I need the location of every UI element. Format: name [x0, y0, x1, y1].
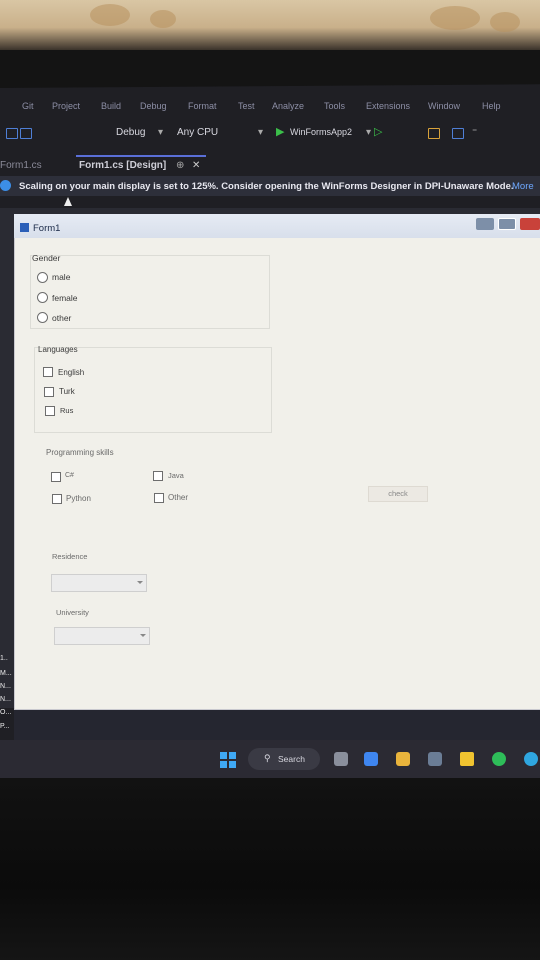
- store-icon[interactable]: [428, 752, 442, 766]
- tab-form1-cs[interactable]: Form1.cs: [0, 160, 42, 171]
- taskbar-search[interactable]: ⚲ Search: [248, 748, 320, 770]
- background-wall: [0, 0, 540, 50]
- run-target-button[interactable]: WinFormsApp2: [290, 127, 352, 137]
- radio-male-label: male: [52, 272, 71, 282]
- residence-label: Residence: [52, 552, 88, 561]
- university-label: University: [56, 608, 89, 617]
- languages-group-title: Languages: [38, 345, 78, 354]
- radio-other[interactable]: [37, 312, 48, 323]
- menu-bar: Git Project Build Debug Format Test Anal…: [0, 98, 540, 116]
- chevron-down-icon: [140, 634, 146, 637]
- menu-project[interactable]: Project: [52, 101, 80, 111]
- minimize-button[interactable]: [476, 218, 494, 230]
- checkbox-python[interactable]: [52, 494, 62, 504]
- checkbox-java-label: Java: [168, 471, 184, 480]
- university-combobox[interactable]: [54, 627, 150, 645]
- checkbox-other[interactable]: [154, 493, 164, 503]
- gutter-item[interactable]: 1..: [0, 655, 8, 662]
- tab-form1-design-label: Form1.cs [Design]: [79, 160, 167, 171]
- spotify-icon[interactable]: [492, 752, 506, 766]
- radio-other-label: other: [52, 313, 72, 323]
- solution-explorer-edge: 1.. M... N... N... O... P...: [0, 595, 14, 755]
- drive-icon[interactable]: [460, 752, 474, 766]
- programming-skills-label: Programming skills: [46, 448, 114, 457]
- menu-extensions[interactable]: Extensions: [366, 101, 410, 111]
- radio-male[interactable]: [37, 272, 48, 283]
- checkbox-english[interactable]: [43, 367, 53, 377]
- check-button[interactable]: check: [368, 486, 428, 502]
- taskbar-search-label: Search: [278, 754, 305, 764]
- platform-dropdown[interactable]: Any CPU: [177, 127, 218, 138]
- toolbar-save-all-icon[interactable]: [20, 128, 32, 139]
- form-title: Form1: [33, 223, 61, 234]
- pin-icon[interactable]: ⊕: [176, 160, 184, 171]
- gutter-item[interactable]: N...: [0, 683, 11, 690]
- gutter-item[interactable]: O...: [0, 709, 11, 716]
- gender-group-title: Gender: [32, 253, 61, 263]
- document-tabs: Form1.cs Form1.cs [Design] ⊕ ✕: [0, 155, 540, 175]
- checkbox-turk[interactable]: [44, 387, 54, 397]
- toolbar-save-icon[interactable]: [6, 128, 18, 139]
- radio-female-label: female: [52, 293, 78, 303]
- mouse-cursor-icon: [64, 197, 72, 206]
- chevron-down-icon[interactable]: ▾: [158, 127, 163, 138]
- close-icon[interactable]: ✕: [192, 160, 200, 171]
- menu-build[interactable]: Build: [101, 101, 121, 111]
- edge-icon[interactable]: [364, 752, 378, 766]
- gutter-item[interactable]: P...: [0, 723, 10, 730]
- bottom-panel: [14, 710, 540, 740]
- search-icon: ⚲: [264, 753, 271, 763]
- form-icon: [20, 223, 29, 232]
- hot-reload-icon[interactable]: [428, 128, 440, 139]
- task-view-icon[interactable]: [334, 752, 348, 766]
- file-explorer-icon[interactable]: [396, 752, 410, 766]
- menu-tools[interactable]: Tools: [324, 101, 345, 111]
- windows-start-icon[interactable]: [220, 752, 236, 768]
- close-button[interactable]: [520, 218, 540, 230]
- run-icon[interactable]: ▶: [276, 125, 284, 138]
- chevron-down-icon[interactable]: ▾: [366, 127, 371, 138]
- form-title-bar: Form1: [14, 214, 540, 238]
- info-message: Scaling on your main display is set to 1…: [19, 181, 514, 192]
- chevron-down-icon: [137, 581, 143, 584]
- checkbox-other-label: Other: [168, 493, 189, 502]
- radio-female[interactable]: [37, 292, 48, 303]
- checkbox-rus-label: Rus: [60, 406, 74, 415]
- checkbox-csharp-label: C#: [65, 472, 74, 479]
- desk-surface: [0, 778, 540, 960]
- checkbox-csharp[interactable]: [51, 472, 61, 482]
- menu-analyze[interactable]: Analyze: [272, 101, 304, 111]
- toolbar: Debug ▾ Any CPU ▾ ▶ WinFormsApp2 ▾ ▷ ⁼: [0, 120, 540, 146]
- menu-format[interactable]: Format: [188, 101, 217, 111]
- menu-git[interactable]: Git: [22, 101, 34, 111]
- residence-combobox[interactable]: [51, 574, 147, 592]
- menu-window[interactable]: Window: [428, 101, 460, 111]
- overflow-icon[interactable]: ⁼: [472, 127, 477, 138]
- chevron-down-icon[interactable]: ▾: [258, 127, 263, 138]
- app-icon[interactable]: [524, 752, 538, 766]
- checkbox-rus[interactable]: [45, 406, 55, 416]
- gutter-item[interactable]: M...: [0, 670, 12, 677]
- dpi-info-bar: Scaling on your main display is set to 1…: [0, 176, 540, 196]
- checkbox-python-label: Python: [66, 494, 91, 503]
- checkbox-java[interactable]: [153, 471, 163, 481]
- menu-help[interactable]: Help: [482, 101, 501, 111]
- gutter-item[interactable]: N...: [0, 696, 11, 703]
- checkbox-english-label: English: [58, 368, 85, 377]
- configuration-dropdown[interactable]: Debug: [116, 127, 145, 138]
- menu-debug[interactable]: Debug: [140, 101, 167, 111]
- start-without-debug-icon[interactable]: ▷: [374, 125, 382, 138]
- more-link[interactable]: More: [512, 181, 534, 192]
- menu-test[interactable]: Test: [238, 101, 255, 111]
- checkbox-turk-label: Turk: [59, 387, 75, 396]
- maximize-button[interactable]: [498, 218, 516, 230]
- diagnostics-icon[interactable]: [452, 128, 464, 139]
- info-icon: [0, 180, 11, 191]
